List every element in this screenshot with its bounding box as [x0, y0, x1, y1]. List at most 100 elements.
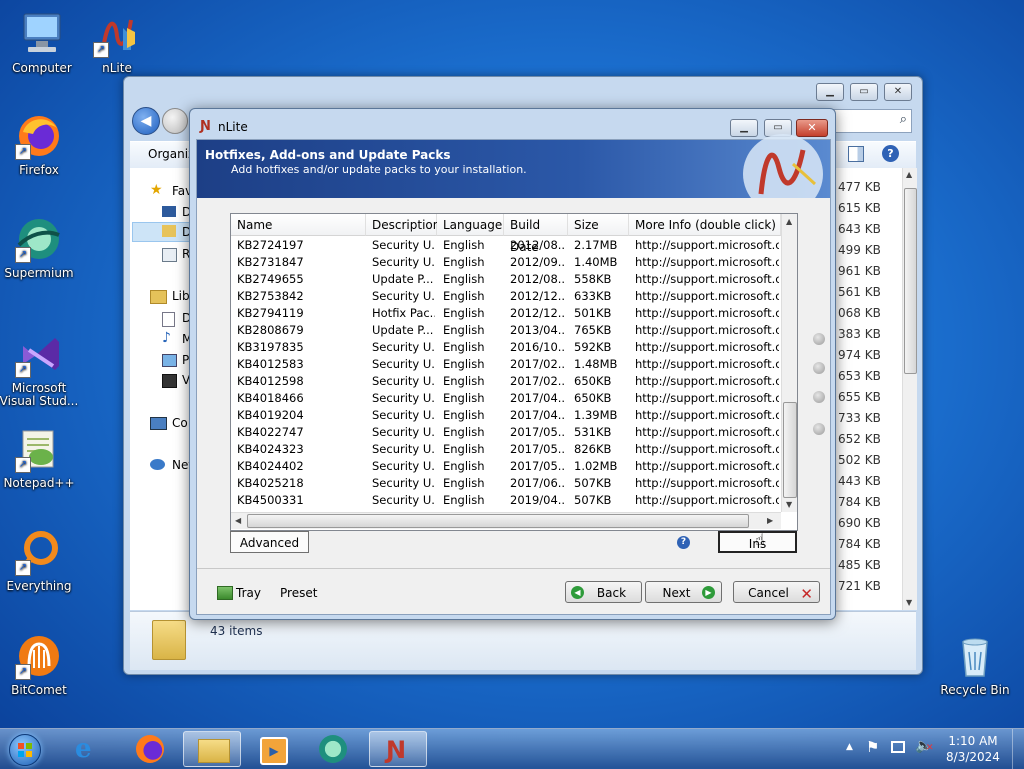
back-button[interactable]: ◀ Back [565, 581, 642, 603]
search-box[interactable]: ⌕ [832, 109, 912, 133]
hotfix-list[interactable]: Name Description Language Build Date Size Mor… [230, 213, 798, 531]
list-item[interactable]: KB4012598 Security U... English 2017/02... 6… [231, 373, 781, 390]
desktop-icon-firefox[interactable]: ↗ Firefox [0, 112, 81, 177]
preview-pane-icon[interactable] [848, 146, 864, 162]
list-cell: 1.39MB [574, 408, 618, 422]
list-item[interactable]: KB4019204 Security U... English 2017/04... 1… [231, 407, 781, 424]
column-header[interactable]: Description [366, 214, 440, 236]
scroll-left-icon[interactable]: ◀ [235, 516, 241, 525]
list-item[interactable]: KB2794119 Hotfix Pac... English 2012/12... 5… [231, 305, 781, 322]
column-header[interactable]: Build Date [504, 214, 568, 254]
show-hidden-icons-icon[interactable]: ▲ [846, 742, 853, 752]
list-cell: Update P... [372, 272, 434, 286]
list-item[interactable]: KB4012583 Security U... English 2017/02... 1… [231, 356, 781, 373]
desktop-icon-recycle-bin[interactable]: Recycle Bin [933, 632, 1017, 697]
forward-nav-button[interactable] [162, 108, 188, 134]
tray-clock[interactable]: 1:10 AM 8/3/2024 [942, 733, 1004, 765]
arrow-left-icon: ◀ [571, 586, 584, 599]
network-tray-icon[interactable] [891, 741, 905, 753]
scrollbar-thumb[interactable] [904, 188, 917, 374]
column-header[interactable]: Language [437, 214, 504, 236]
move-bottom-button[interactable] [813, 423, 825, 435]
list-item[interactable]: KB4018466 Security U... English 2017/04... 6… [231, 390, 781, 407]
explorer-close-button[interactable]: ✕ [884, 83, 912, 101]
desktop-icon-visual-studio[interactable]: ↗ Microsoft Visual Stud... [0, 330, 81, 408]
list-item[interactable]: KB4024323 Security U... English 2017/05... 8… [231, 441, 781, 458]
scroll-down-icon[interactable]: ▼ [906, 598, 912, 607]
show-desktop-button[interactable] [1012, 729, 1024, 769]
list-hscroll-thumb[interactable] [247, 514, 749, 528]
desktop-icon-notepadpp[interactable]: ↗ Notepad++ [0, 425, 81, 490]
list-cell: KB4024402 [237, 459, 304, 473]
scroll-up-icon[interactable]: ▲ [786, 217, 792, 226]
desktop-icon-bitcomet[interactable]: ↗ BitComet [0, 632, 81, 697]
column-header[interactable]: Name [231, 214, 366, 236]
list-item[interactable]: KB4500331 Security U... English 2019/04... 5… [231, 492, 781, 509]
preset-link[interactable]: Preset [280, 586, 317, 600]
list-cell: Security U... [372, 357, 435, 371]
advanced-button[interactable]: Advanced [230, 531, 309, 553]
list-item[interactable]: KB2724197 Security U... English 2012/08... 2… [231, 237, 781, 254]
supermium-icon [319, 735, 347, 763]
nav-item-libraries[interactable]: Lib [172, 289, 190, 303]
list-scrollbar-thumb[interactable] [783, 402, 797, 498]
list-vertical-scrollbar[interactable]: ▲ ▼ [781, 214, 797, 512]
everything-icon: ↗ [15, 528, 63, 576]
banner-subtitle: Add hotfixes and/or update packs to your… [231, 163, 527, 176]
taskbar-firefox[interactable] [122, 731, 180, 767]
organize-menu[interactable]: Organiz [148, 147, 194, 161]
explorer-vertical-scrollbar[interactable]: ▲ ▼ [902, 168, 917, 610]
back-nav-button[interactable]: ◀ [132, 107, 160, 135]
taskbar-nlite[interactable]: Ɲ [369, 731, 427, 767]
column-header[interactable]: More Info (double click) [629, 214, 781, 236]
list-cell: Security U... [372, 255, 435, 269]
scroll-down-icon[interactable]: ▼ [786, 500, 792, 509]
column-header[interactable]: Size [568, 214, 629, 236]
list-cell: http://support.microsoft.com?... [635, 357, 779, 371]
taskbar-supermium[interactable] [305, 731, 363, 767]
start-button[interactable] [4, 731, 44, 767]
arrow-left-icon: ◀ [140, 113, 152, 129]
list-cell: http://support.microsoft.com?... [635, 493, 779, 507]
taskbar-media-player[interactable]: ▶ [244, 731, 302, 767]
explorer-maximize-button[interactable]: ▭ [850, 83, 878, 101]
list-cell: 2012/09... [510, 255, 566, 269]
scroll-up-icon[interactable]: ▲ [906, 170, 912, 179]
list-cell: 650KB [574, 391, 612, 405]
desktop-icon-supermium[interactable]: ↗ Supermium [0, 215, 81, 280]
taskbar-explorer[interactable] [183, 731, 241, 767]
desktop-icon-everything[interactable]: ↗ Everything [0, 528, 81, 593]
file-size: 485 KB [838, 558, 881, 572]
move-up-button[interactable] [813, 362, 825, 374]
list-item[interactable]: KB3197835 Security U... English 2016/10... 5… [231, 339, 781, 356]
next-button[interactable]: Next ▶ [645, 581, 722, 603]
help-icon[interactable]: ? [882, 145, 899, 162]
list-cell: 2017/05... [510, 459, 566, 473]
move-down-button[interactable] [813, 391, 825, 403]
list-item[interactable]: KB4024402 Security U... English 2017/05... 1… [231, 458, 781, 475]
cancel-button[interactable]: Cancel ✕ [733, 581, 820, 603]
explorer-minimize-button[interactable]: ▁ [816, 83, 844, 101]
list-cell: KB4012583 [237, 357, 304, 371]
list-item[interactable]: KB2808679 Update P... English 2013/04... 765… [231, 322, 781, 339]
list-item[interactable]: KB2731847 Security U... English 2012/09... 1… [231, 254, 781, 271]
list-cell: English [443, 391, 485, 405]
list-item[interactable]: KB4022747 Security U... English 2017/05... 5… [231, 424, 781, 441]
list-cell: KB4025218 [237, 476, 304, 490]
desktop-icon-nlite[interactable]: ↗ nLite [75, 10, 159, 75]
list-cell: KB2808679 [237, 323, 304, 337]
list-item[interactable]: KB2749655 Update P... English 2012/08... 558… [231, 271, 781, 288]
move-top-button[interactable] [813, 333, 825, 345]
list-cell: 1.48MB [574, 357, 618, 371]
tray-link[interactable]: Tray [236, 586, 261, 600]
list-cell: English [443, 255, 485, 269]
help-icon[interactable]: ? [677, 536, 690, 549]
action-center-flag-icon[interactable]: ⚑ [866, 738, 879, 756]
list-item[interactable]: KB2753842 Security U... English 2012/12... 6… [231, 288, 781, 305]
taskbar-ie[interactable]: e [61, 731, 119, 767]
list-item[interactable]: KB4025218 Security U... English 2017/06... 5… [231, 475, 781, 492]
desktop-icon-computer[interactable]: Computer [0, 10, 84, 75]
scroll-right-icon[interactable]: ▶ [767, 516, 773, 525]
nav-item-computer[interactable]: Co [172, 416, 188, 430]
list-horizontal-scrollbar[interactable]: ◀ ▶ [231, 512, 781, 529]
